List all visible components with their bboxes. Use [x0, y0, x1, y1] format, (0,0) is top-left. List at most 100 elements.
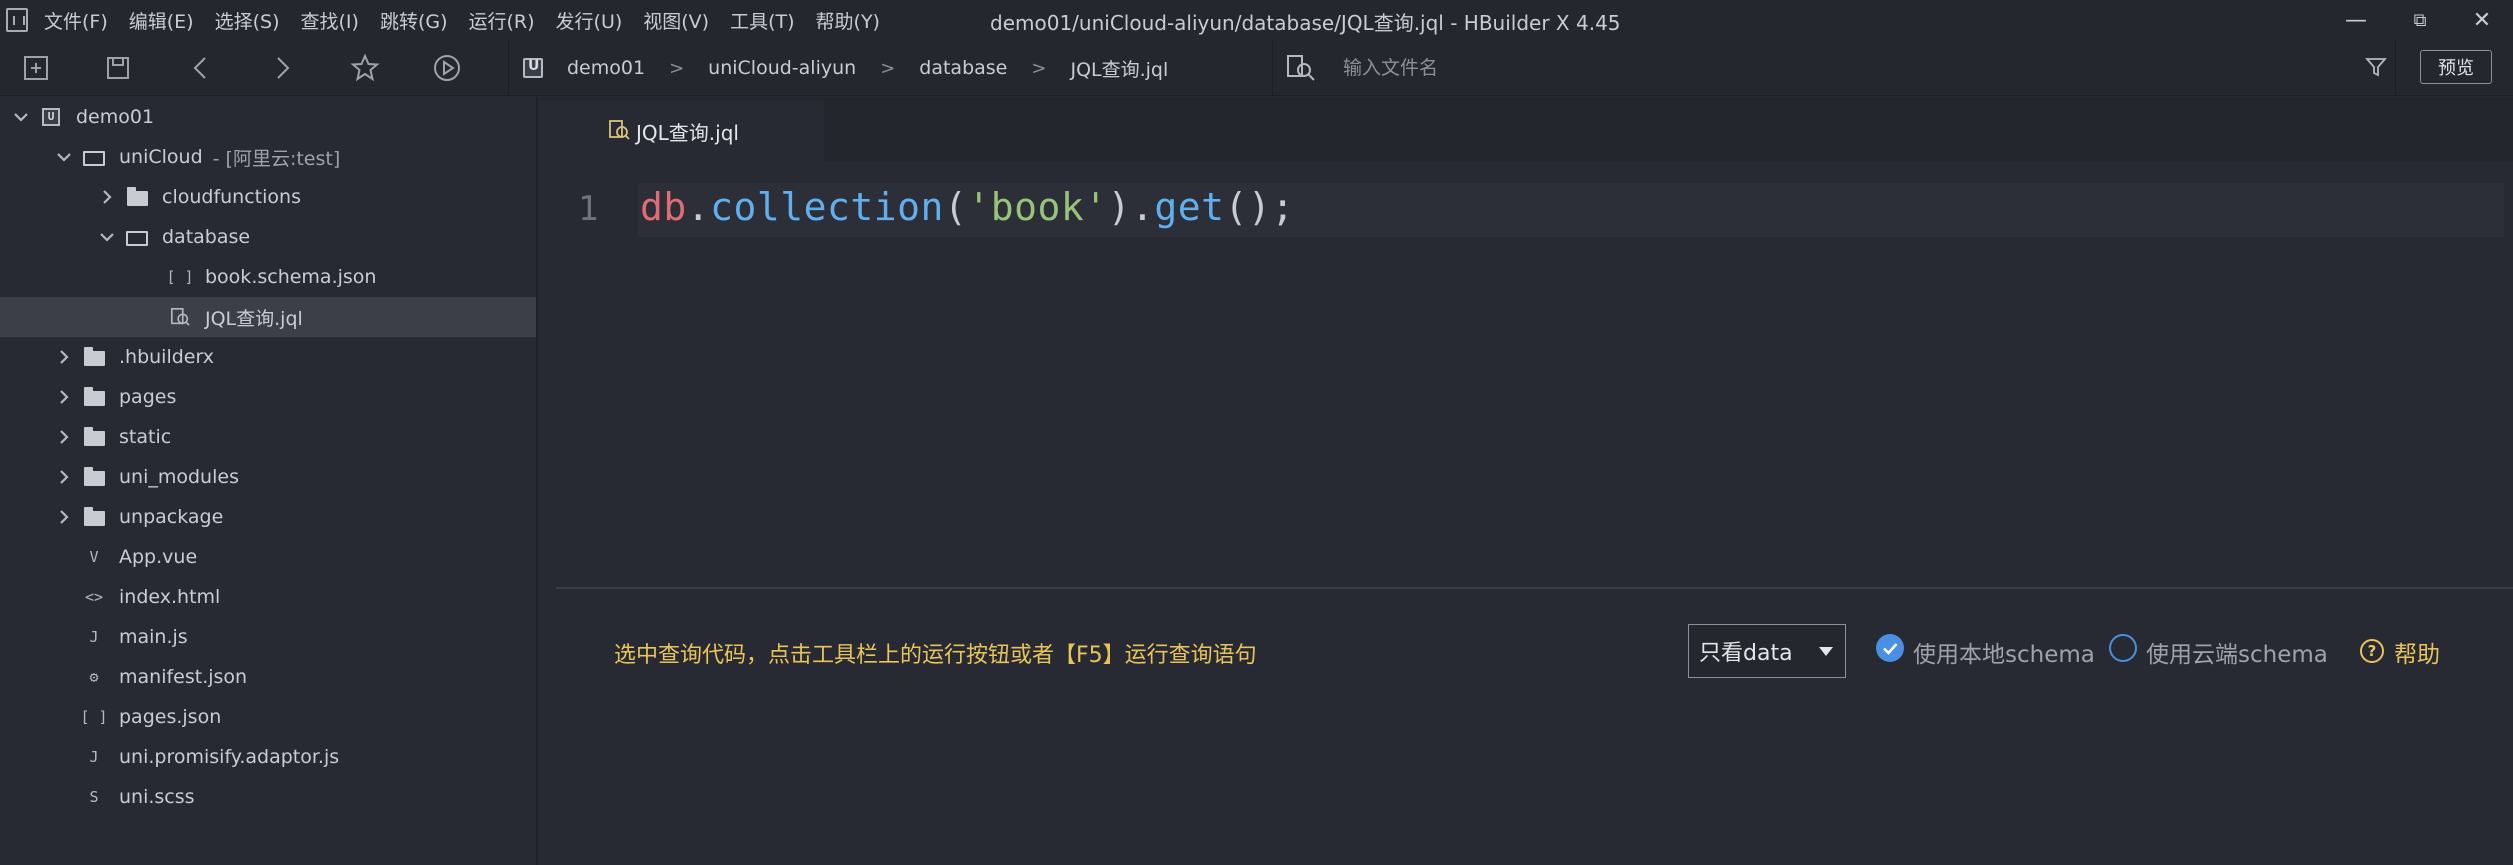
tree-item-label: pages [119, 386, 177, 408]
chevron-down-icon[interactable] [98, 228, 116, 246]
close-button[interactable]: ✕ [2452, 0, 2512, 40]
menu-goto[interactable]: 跳转(G) [380, 7, 448, 34]
manifest-icon: ⚙ [89, 668, 99, 686]
tree-item-label: App.vue [119, 546, 198, 568]
tree-item[interactable]: <> index.html [0, 577, 536, 617]
chevron-right-icon[interactable] [55, 468, 73, 486]
menu-run[interactable]: 运行(R) [469, 7, 535, 34]
new-file-icon[interactable] [16, 48, 56, 88]
code-token: . [1131, 185, 1155, 229]
code-line[interactable]: db.collection('book').get(); [640, 185, 1295, 229]
folder-icon [83, 466, 105, 488]
help-icon[interactable]: ? [2360, 639, 2384, 663]
tree-item[interactable]: unpackage [0, 497, 536, 537]
folder-icon [83, 386, 105, 408]
folder-open-icon [126, 226, 148, 248]
file-search-input[interactable] [1341, 53, 2241, 83]
tree-item[interactable]: static [0, 417, 536, 457]
tree-item[interactable]: pages [0, 377, 536, 417]
chevron-right-icon[interactable] [55, 428, 73, 446]
tree-item-label: unpackage [119, 506, 224, 528]
folder-icon [83, 346, 105, 368]
help-link[interactable]: 帮助 [2394, 635, 2440, 669]
tree-item-label: main.js [119, 626, 188, 648]
tree-item[interactable]: .hbuilderx [0, 337, 536, 377]
chevron-down-icon[interactable] [55, 148, 73, 166]
result-filter-select[interactable]: 只看data [1688, 624, 1846, 678]
tab-jql-query[interactable]: JQL查询.jql [540, 101, 824, 161]
tree-item[interactable]: Juni.promisify.adaptor.js [0, 737, 536, 777]
favorite-star-icon[interactable] [345, 48, 385, 88]
menu-view[interactable]: 视图(V) [643, 7, 709, 34]
back-icon[interactable] [181, 48, 221, 88]
local-schema-label[interactable]: 使用本地schema [1913, 635, 2095, 669]
chevron-right-icon: > [1031, 57, 1047, 79]
file-search [1272, 40, 2396, 96]
project-explorer: Udemo01 uniCloud - [阿里云:test] cloudfunction… [0, 97, 538, 865]
run-icon[interactable] [427, 48, 467, 88]
preview-button[interactable]: 预览 [2420, 50, 2492, 84]
tree-item[interactable]: V App.vue [0, 537, 536, 577]
code-token: . [686, 185, 711, 229]
tree-item[interactable]: cloudfunctions [0, 177, 536, 217]
tree-item[interactable]: [ ] pages.json [0, 697, 536, 737]
menu-edit[interactable]: 编辑(E) [129, 7, 194, 34]
tree-item[interactable]: uni_modules [0, 457, 536, 497]
chevron-right-icon[interactable] [55, 388, 73, 406]
tree-item[interactable]: ⚙ manifest.json [0, 657, 536, 697]
breadcrumb-item[interactable]: JQL查询.jql [1070, 55, 1168, 82]
chevron-down-icon[interactable] [12, 108, 30, 126]
breadcrumb-item[interactable]: database [919, 57, 1007, 79]
tree-item-label: uni_modules [119, 466, 239, 488]
code-token: db [640, 185, 687, 229]
forward-icon[interactable] [262, 48, 302, 88]
minimize-button[interactable]: — [2326, 0, 2386, 40]
tree-item[interactable]: Udemo01 [0, 97, 536, 137]
restore-button[interactable]: ⧉ [2390, 0, 2450, 40]
menu-file[interactable]: 文件(F) [44, 7, 108, 34]
menu-help[interactable]: 帮助(Y) [816, 7, 880, 34]
json-icon: [ ] [166, 268, 194, 286]
chevron-right-icon[interactable] [55, 348, 73, 366]
code-token: get [1154, 185, 1225, 229]
menu-find[interactable]: 查找(I) [301, 7, 359, 34]
chevron-right-icon[interactable] [98, 188, 116, 206]
breadcrumb-item[interactable]: demo01 [567, 57, 645, 79]
project-icon [523, 58, 543, 78]
folder-open-icon [83, 146, 105, 168]
tree-item-label: demo01 [76, 106, 155, 128]
menu-publish[interactable]: 发行(U) [556, 7, 623, 34]
js-file-icon: J [89, 748, 99, 766]
filter-icon[interactable] [2365, 56, 2387, 82]
editor-tab-bar: JQL查询.jql [540, 97, 2513, 161]
window-title: demo01/uniCloud-aliyun/database/JQL查询.jq… [990, 11, 1621, 35]
save-icon[interactable] [98, 48, 138, 88]
code-editor[interactable]: 1 db.collection('book').get(); [540, 161, 2513, 586]
tree-item-label: static [119, 426, 172, 448]
chevron-right-icon[interactable] [55, 508, 73, 526]
menu-select[interactable]: 选择(S) [215, 7, 280, 34]
tree-item[interactable]: JQL查询.jql [0, 297, 536, 337]
tree-item-label: JQL查询.jql [205, 307, 303, 330]
jql-file-icon [608, 119, 630, 146]
breadcrumb-item[interactable]: uniCloud-aliyun [708, 57, 856, 79]
tree-item[interactable]: [ ] book.schema.json [0, 257, 536, 297]
cloud-schema-label[interactable]: 使用云端schema [2146, 635, 2328, 669]
menu-tools[interactable]: 工具(T) [730, 7, 794, 34]
tree-item-note: - [阿里云:test] [212, 147, 341, 170]
code-token: collection [710, 185, 944, 229]
jql-icon [169, 306, 191, 328]
tree-item[interactable]: Suni.scss [0, 777, 536, 817]
cloud-schema-radio[interactable] [2109, 634, 2137, 662]
search-file-icon [1285, 52, 1317, 88]
tree-item[interactable]: uniCloud - [阿里云:test] [0, 137, 536, 177]
tree-item[interactable]: Jmain.js [0, 617, 536, 657]
tree-item[interactable]: database [0, 217, 536, 257]
local-schema-radio[interactable] [1876, 634, 1904, 662]
tree-item-label: uniCloud [119, 146, 203, 168]
